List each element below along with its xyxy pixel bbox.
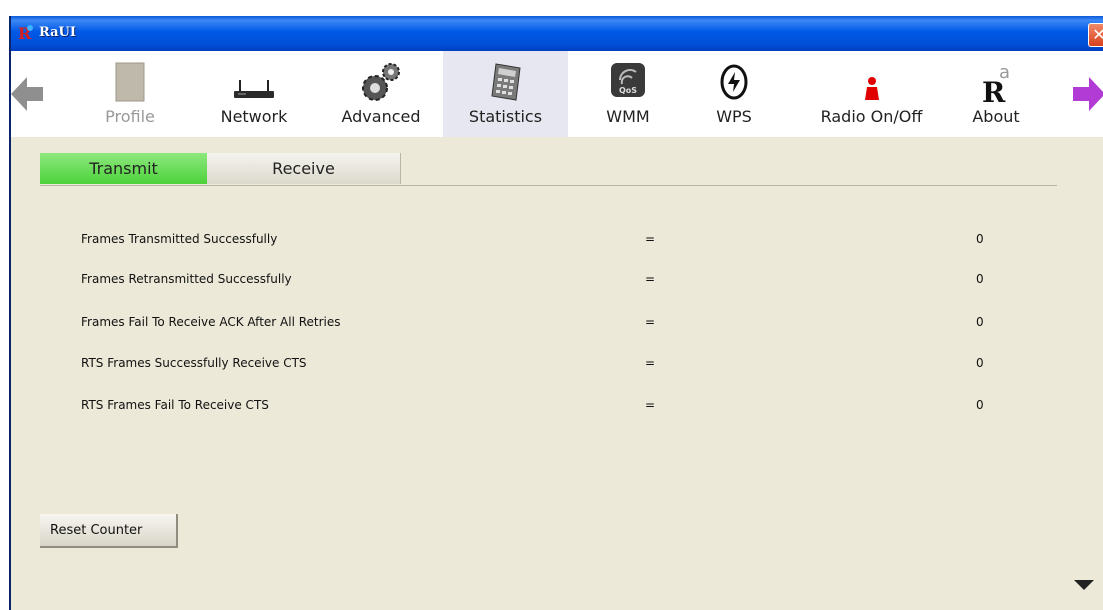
toolbar-label: About	[972, 107, 1020, 126]
stat-value: 0	[976, 315, 984, 329]
toolbar-label: Profile	[105, 107, 155, 126]
stat-equals: =	[645, 398, 656, 412]
stat-value: 0	[976, 356, 984, 370]
stat-equals: =	[645, 315, 656, 329]
toolbar-label: WMM	[606, 107, 650, 126]
wmm-qos-icon: QoS	[611, 63, 645, 97]
window-title: RaUI	[39, 25, 76, 40]
advanced-gears-icon	[362, 63, 400, 101]
toolbar: Profile Network Advanced Statistics QoS …	[11, 51, 1103, 137]
scroll-down-arrow-icon[interactable]	[1074, 580, 1094, 590]
stats-tabs: Transmit Receive	[40, 153, 1057, 186]
title-bar[interactable]: R RaUI ✕	[11, 16, 1103, 51]
profile-icon	[115, 62, 145, 102]
svg-text:QoS: QoS	[619, 86, 637, 95]
toolbar-label: WPS	[716, 107, 752, 126]
stat-label: Frames Fail To Receive ACK After All Ret…	[81, 315, 341, 329]
toolbar-wps[interactable]: WPS	[699, 51, 769, 137]
toolbar-label: Radio On/Off	[820, 107, 923, 126]
reset-counter-button[interactable]: Reset Counter	[40, 514, 178, 548]
toolbar-wmm[interactable]: QoS WMM	[588, 51, 668, 137]
network-icon	[234, 80, 274, 98]
close-button[interactable]: ✕	[1088, 23, 1103, 47]
back-arrow-icon[interactable]	[11, 77, 43, 111]
forward-arrow-icon[interactable]	[1073, 77, 1103, 111]
svg-text:R: R	[982, 76, 1006, 106]
stat-equals: =	[645, 356, 656, 370]
toolbar-advanced[interactable]: Advanced	[331, 51, 431, 137]
stat-equals: =	[645, 232, 656, 246]
toolbar-network[interactable]: Network	[206, 51, 302, 137]
stat-equals: =	[645, 272, 656, 286]
stat-value: 0	[976, 398, 984, 412]
stat-value: 0	[976, 232, 984, 246]
tab-divider	[40, 185, 1057, 186]
stat-label: Frames Retransmitted Successfully	[81, 272, 292, 286]
about-icon: a R	[982, 62, 1010, 106]
toolbar-about[interactable]: a R About	[961, 51, 1031, 137]
statistics-calculator-icon	[490, 63, 521, 101]
tab-receive[interactable]: Receive	[207, 153, 401, 184]
wps-icon	[720, 64, 748, 100]
stat-label: RTS Frames Successfully Receive CTS	[81, 356, 307, 370]
tab-transmit[interactable]: Transmit	[40, 153, 207, 184]
toolbar-label: Statistics	[468, 107, 543, 126]
toolbar-radio-onoff[interactable]: Radio On/Off	[809, 51, 934, 137]
stat-label: RTS Frames Fail To Receive CTS	[81, 398, 269, 412]
stat-label: Frames Transmitted Successfully	[81, 232, 278, 246]
app-icon: R	[18, 24, 33, 42]
toolbar-profile[interactable]: Profile	[85, 51, 175, 137]
stat-value: 0	[976, 272, 984, 286]
toolbar-label: Advanced	[341, 107, 421, 126]
toolbar-label: Network	[220, 107, 288, 126]
radio-onoff-icon	[864, 77, 879, 100]
toolbar-statistics[interactable]: Statistics	[443, 51, 568, 137]
